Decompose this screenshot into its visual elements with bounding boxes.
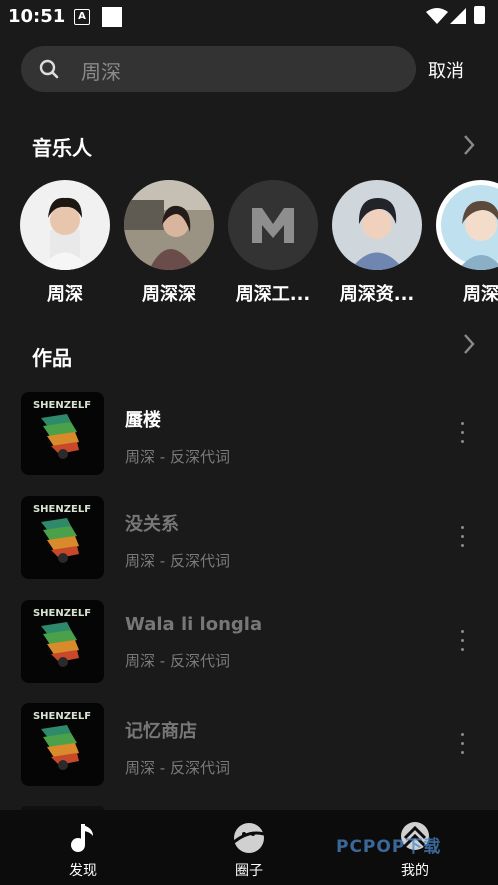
track-subtitle: 周深 - 反深代词 xyxy=(125,448,230,466)
artist-name: 周深 xyxy=(463,284,498,305)
search-icon xyxy=(39,59,59,79)
track-title: Wala li longla xyxy=(125,614,263,635)
tab-discover[interactable]: 发现 xyxy=(23,810,143,885)
album-cover-text: SHENZELF xyxy=(33,711,91,722)
artist-name: 周深深 xyxy=(142,284,196,305)
album-cover: SHENZELF xyxy=(21,496,104,579)
album-cover-text: SHENZELF xyxy=(33,608,91,619)
wifi-icon xyxy=(426,8,448,24)
artist-list: 周深 周深深 周深工... 周深资... 周深 xyxy=(0,180,498,310)
artist-name: 周深工... xyxy=(235,284,311,305)
works-section-title: 作品 xyxy=(32,346,72,370)
notification-square-icon xyxy=(102,7,122,27)
search-bar[interactable]: 周深 xyxy=(21,46,416,92)
artist-avatar xyxy=(124,180,214,270)
artist-avatar xyxy=(20,180,110,270)
track-subtitle: 周深 - 反深代词 xyxy=(125,759,230,777)
keyboard-a-icon: A xyxy=(74,9,90,25)
cancel-button[interactable]: 取消 xyxy=(428,57,464,83)
more-options-icon[interactable] xyxy=(460,733,466,760)
works-more-chevron-icon[interactable] xyxy=(462,333,476,355)
album-cover: SHENZELF xyxy=(21,392,104,475)
artist-item[interactable]: 周深工... xyxy=(227,180,319,306)
track-title: 蜃楼 xyxy=(125,410,161,431)
artist-name: 周深资... xyxy=(339,284,415,305)
track-subtitle: 周深 - 反深代词 xyxy=(125,552,230,570)
m-logo-icon xyxy=(228,180,318,270)
watermark-logo: PCPOP下载 xyxy=(336,837,442,857)
artists-more-chevron-icon[interactable] xyxy=(462,134,476,156)
signal-icon xyxy=(450,8,466,24)
music-note-icon xyxy=(71,824,93,852)
more-options-icon[interactable] xyxy=(460,422,466,449)
tab-label: 发现 xyxy=(69,863,97,879)
artist-item[interactable]: 周深 xyxy=(19,180,111,306)
track-row[interactable]: SHENZELF 记忆商店 周深 - 反深代词 xyxy=(0,703,498,793)
search-input[interactable]: 周深 xyxy=(81,56,121,85)
album-cover: SHENZELF xyxy=(21,600,104,683)
artist-logo-avatar xyxy=(228,180,318,270)
tab-label: 我的 xyxy=(401,863,429,879)
artists-section-title: 音乐人 xyxy=(32,136,92,160)
artist-name: 周深 xyxy=(47,284,83,305)
track-row[interactable]: SHENZELF 没关系 周深 - 反深代词 xyxy=(0,496,498,586)
artist-item[interactable]: 周深深 xyxy=(123,180,215,306)
status-time: 10:51 xyxy=(8,6,66,27)
planet-icon xyxy=(233,823,265,853)
track-subtitle: 周深 - 反深代词 xyxy=(125,652,230,670)
artist-avatar xyxy=(436,180,498,270)
track-title: 记忆商店 xyxy=(125,721,197,742)
album-cover: SHENZELF xyxy=(21,703,104,786)
artist-item[interactable]: 周深 xyxy=(435,180,498,306)
track-row[interactable]: SHENZELF Wala li longla 周深 - 反深代词 xyxy=(0,600,498,690)
artist-avatar xyxy=(332,180,422,270)
tab-circle[interactable]: 圈子 xyxy=(189,810,309,885)
album-cover-text: SHENZELF xyxy=(33,400,91,411)
more-options-icon[interactable] xyxy=(460,630,466,657)
battery-icon xyxy=(474,6,485,24)
track-row[interactable]: SHENZELF 蜃楼 周深 - 反深代词 xyxy=(0,392,498,482)
artist-item[interactable]: 周深资... xyxy=(331,180,423,306)
more-options-icon[interactable] xyxy=(460,526,466,553)
tab-label: 圈子 xyxy=(235,863,263,879)
album-cover-text: SHENZELF xyxy=(33,504,91,515)
track-title: 没关系 xyxy=(125,514,179,535)
status-bar: 10:51 A xyxy=(0,0,498,34)
